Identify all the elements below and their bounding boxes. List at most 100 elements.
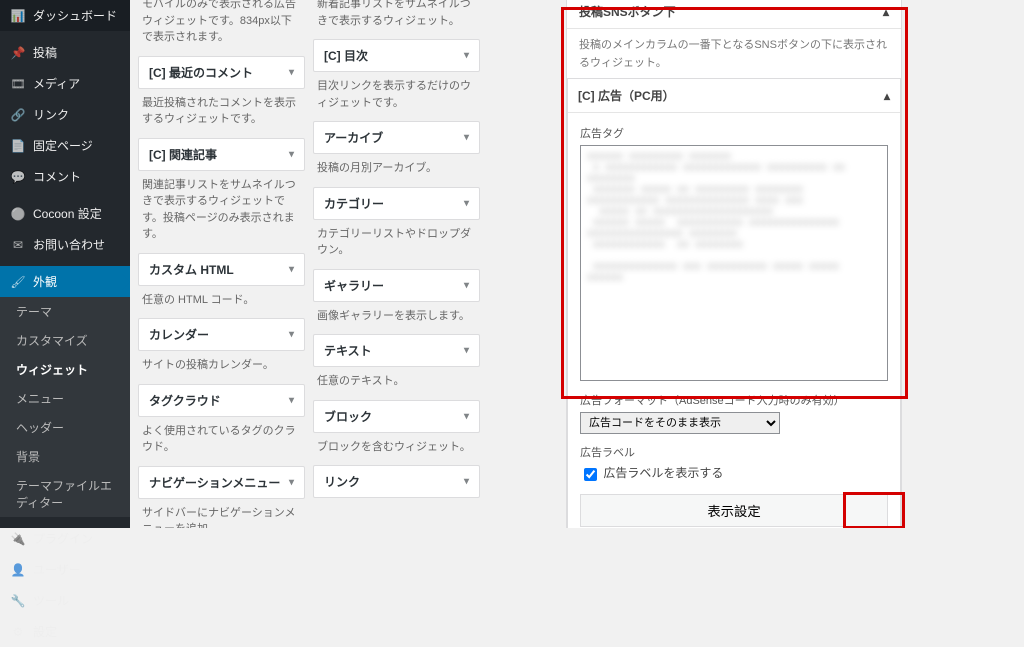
chevron-down-icon: ▾ xyxy=(464,280,469,291)
nav-users[interactable]: 👤 ユーザー xyxy=(0,554,130,585)
available-widget-header[interactable]: ブロック▾ xyxy=(314,401,479,432)
available-widget[interactable]: タグクラウド▾ xyxy=(138,384,305,417)
chevron-down-icon: ▾ xyxy=(464,411,469,422)
nav-label: Cocoon 設定 xyxy=(33,205,102,222)
ad-format-select[interactable]: 広告コードをそのまま表示 xyxy=(580,412,780,434)
subnav-customize[interactable]: カスタマイズ xyxy=(0,326,130,355)
available-widget-header[interactable]: タグクラウド▾ xyxy=(139,385,304,416)
available-widget[interactable]: カレンダー▾ xyxy=(138,318,305,351)
widget-instance-title: [C] 広告（PC用） xyxy=(578,87,675,104)
available-widget-title: リンク xyxy=(324,473,360,490)
nav-cocoon[interactable]: ⚪ Cocoon 設定 xyxy=(0,198,130,229)
appearance-submenu: テーマ カスタマイズ ウィジェット メニュー ヘッダー 背景 テーマファイルエデ… xyxy=(0,297,130,517)
nav-posts[interactable]: 📌 投稿 xyxy=(0,37,130,68)
chevron-down-icon: ▾ xyxy=(289,395,294,406)
nav-label: お問い合わせ xyxy=(33,236,105,253)
available-widget[interactable]: ナビゲーションメニュー▾ xyxy=(138,466,305,499)
available-col-2: 新着記事リストをサムネイルつきで表示するウィジェット。[C] 目次▾目次リンクを… xyxy=(313,0,480,504)
chevron-down-icon: ▾ xyxy=(464,132,469,143)
widgets-screen: モバイルのみで表示される広告ウィジェットです。834px以下で表示されます。[C… xyxy=(130,0,1024,528)
ad-label-check-text: 広告ラベルを表示する xyxy=(603,466,723,480)
widget-desc: サイトの投稿カレンダー。 xyxy=(138,357,305,384)
ad-format-label: 広告フォーマット（AdSenseコード入力時のみ有効） xyxy=(580,392,888,408)
available-widget-header[interactable]: カテゴリー▾ xyxy=(314,188,479,219)
widget-area-header[interactable]: 投稿SNSボタン下 ▴ xyxy=(567,0,901,28)
widget-desc: 画像ギャラリーを表示します。 xyxy=(313,308,480,335)
chevron-up-icon: ▴ xyxy=(884,89,890,103)
subnav-menus[interactable]: メニュー xyxy=(0,384,130,413)
available-widget[interactable]: [C] 目次▾ xyxy=(313,39,480,72)
available-widget-title: テキスト xyxy=(324,342,372,359)
chevron-down-icon: ▾ xyxy=(289,67,294,78)
available-widget-header[interactable]: リンク▾ xyxy=(314,466,479,497)
nav-label: メディア xyxy=(33,75,80,92)
available-widget-header[interactable]: [C] 最近のコメント ▾ xyxy=(139,57,304,88)
available-widget-title: カテゴリー xyxy=(324,195,384,212)
widget-desc: カテゴリーリストやドロップダウン。 xyxy=(313,226,480,269)
available-widget[interactable]: テキスト▾ xyxy=(313,334,480,367)
subnav-widgets[interactable]: ウィジェット xyxy=(0,355,130,384)
media-icon: 🎞 xyxy=(10,77,26,91)
available-widget-title: ギャラリー xyxy=(324,277,384,294)
available-widget[interactable]: [C] 関連記事 ▾ xyxy=(138,138,305,171)
nav-label: ダッシュボード xyxy=(33,7,117,24)
available-widget-title: ナビゲーションメニュー xyxy=(149,474,280,491)
nav-appearance[interactable]: 🖌 外観 xyxy=(0,266,130,297)
dashboard-icon: 📊 xyxy=(10,9,26,23)
widget-desc: ブロックを含むウィジェット。 xyxy=(313,439,480,466)
ad-tag-textarea[interactable]: xxxxxx xxxxxxxxx xxxxxxx x xxxxxxxxxxxx … xyxy=(580,145,888,381)
widget-desc: 最近投稿されたコメントを表示するウィジェットです。 xyxy=(138,95,305,138)
nav-comments[interactable]: 💬 コメント xyxy=(0,161,130,192)
available-widget-header[interactable]: カスタム HTML▾ xyxy=(139,254,304,285)
available-widget[interactable]: アーカイブ ▾ xyxy=(313,121,480,154)
nav-media[interactable]: 🎞 メディア xyxy=(0,68,130,99)
subnav-theme-editor[interactable]: テーマファイルエディター xyxy=(0,471,130,517)
nav-label: 固定ページ xyxy=(33,137,93,154)
widget-desc: 目次リンクを表示するだけのウィジェットです。 xyxy=(313,78,480,121)
widget-area-post-sns-bottom: 投稿SNSボタン下 ▴ 投稿のメインカラムの一番下となるSNSボタンの下に表示さ… xyxy=(566,0,902,528)
available-widget[interactable]: ブロック▾ xyxy=(313,400,480,433)
ad-label-checkbox[interactable] xyxy=(584,468,597,481)
nav-dashboard[interactable]: 📊 ダッシュボード xyxy=(0,0,130,31)
available-widget[interactable]: カスタム HTML▾ xyxy=(138,253,305,286)
subnav-header[interactable]: ヘッダー xyxy=(0,413,130,442)
available-widget-header[interactable]: [C] 関連記事 ▾ xyxy=(139,139,304,170)
admin-sidebar: 📊 ダッシュボード 📌 投稿 🎞 メディア 🔗 リンク 📄 固定ページ 💬 コメ… xyxy=(0,0,130,528)
nav-links[interactable]: 🔗 リンク xyxy=(0,99,130,130)
available-widget-header[interactable]: ナビゲーションメニュー▾ xyxy=(139,467,304,498)
widget-desc: よく使用されているタグのクラウド。 xyxy=(138,423,305,466)
available-widget[interactable]: [C] 最近のコメント ▾ xyxy=(138,56,305,89)
available-widget-title: [C] 目次 xyxy=(324,47,368,64)
available-widget-title: [C] 最近のコメント xyxy=(149,64,253,81)
available-widget[interactable]: リンク▾ xyxy=(313,465,480,498)
nav-tools[interactable]: 🔧 ツール xyxy=(0,585,130,616)
subnav-background[interactable]: 背景 xyxy=(0,442,130,471)
nav-label: リンク xyxy=(33,106,69,123)
page-icon: 📄 xyxy=(10,139,26,153)
available-widget-header[interactable]: カレンダー▾ xyxy=(139,319,304,350)
available-widget-title: アーカイブ xyxy=(324,129,383,146)
chevron-down-icon: ▾ xyxy=(289,264,294,275)
nav-contact[interactable]: ✉ お問い合わせ xyxy=(0,229,130,260)
widget-area-title: 投稿SNSボタン下 xyxy=(579,3,676,20)
nav-settings[interactable]: ⚙ 設定 xyxy=(0,616,130,647)
mail-icon: ✉ xyxy=(10,238,26,252)
available-widget[interactable]: ギャラリー ▾ xyxy=(313,269,480,302)
nav-label: 投稿 xyxy=(33,44,57,61)
available-widget-header[interactable]: [C] 目次▾ xyxy=(314,40,479,71)
wrench-icon: 🔧 xyxy=(10,594,26,608)
nav-pages[interactable]: 📄 固定ページ xyxy=(0,130,130,161)
chevron-down-icon: ▾ xyxy=(289,149,294,160)
available-widget-header[interactable]: アーカイブ ▾ xyxy=(314,122,479,153)
display-settings-button[interactable]: 表示設定 xyxy=(580,494,888,527)
widget-desc: 投稿の月別アーカイブ。 xyxy=(313,160,480,187)
nav-label: 外観 xyxy=(33,273,57,290)
available-widget-header[interactable]: テキスト▾ xyxy=(314,335,479,366)
widget-instance-header[interactable]: [C] 広告（PC用） ▴ xyxy=(568,79,900,113)
available-widget[interactable]: カテゴリー▾ xyxy=(313,187,480,220)
available-widget-title: [C] 関連記事 xyxy=(149,146,217,163)
cocoon-icon: ⚪ xyxy=(10,207,26,221)
nav-label: ユーザー xyxy=(33,561,81,578)
subnav-themes[interactable]: テーマ xyxy=(0,297,130,326)
available-widget-header[interactable]: ギャラリー ▾ xyxy=(314,270,479,301)
